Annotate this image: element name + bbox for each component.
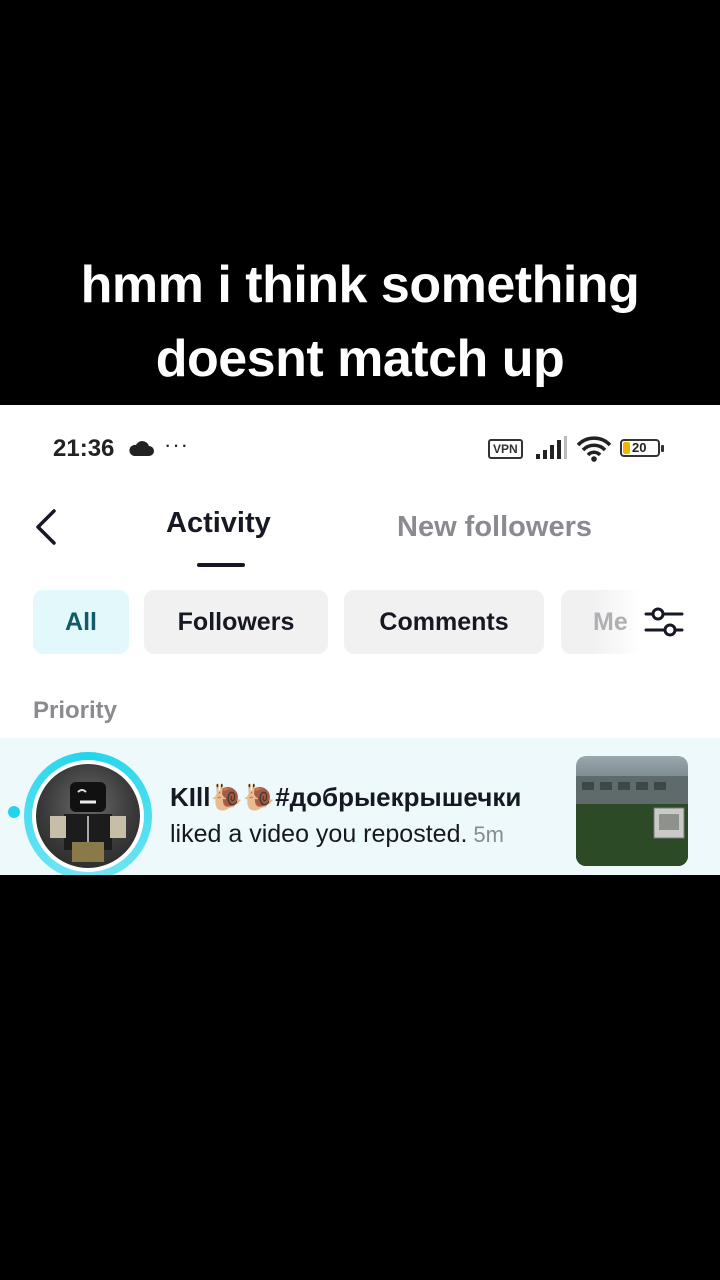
cloud-icon <box>129 441 154 456</box>
section-priority: Priority <box>33 697 118 724</box>
signal-icon <box>536 436 567 459</box>
status-more-dots: ··· <box>164 432 189 457</box>
wifi-icon <box>576 436 612 462</box>
avatar[interactable] <box>24 752 152 875</box>
notification-username[interactable]: KIll🐌🐌#добрыекрышечки <box>170 782 521 813</box>
battery-icon: 20 <box>620 439 664 457</box>
activity-header: Activity New followers <box>0 495 720 575</box>
unread-indicator <box>8 806 20 818</box>
caption-line-1: hmm i think something <box>80 256 640 314</box>
caption-line-2: doesnt match up <box>155 330 565 388</box>
video-thumbnail-image <box>576 776 688 866</box>
notification-time: 5m <box>473 822 504 847</box>
filter-chip-more[interactable]: Me <box>561 590 641 654</box>
tab-new-followers[interactable]: New followers <box>397 511 592 544</box>
battery-level: 20 <box>632 440 647 455</box>
back-arrow-icon[interactable] <box>30 501 64 553</box>
filter-chip-all[interactable]: All <box>33 590 129 654</box>
filter-chips: All Followers Comments Me <box>0 590 720 656</box>
vpn-icon: VPN <box>488 439 523 459</box>
tab-activity[interactable]: Activity <box>166 507 271 540</box>
notification-message: liked a video you reposted. 5m <box>170 820 504 849</box>
filter-chip-comments[interactable]: Comments <box>344 590 544 654</box>
tab-active-indicator <box>197 563 245 567</box>
avatar-character-image <box>50 782 126 862</box>
video-caption: hmm i think something doesnt match up <box>0 248 720 396</box>
status-time: 21:36 <box>53 435 115 462</box>
screenshot-panel: 21:36 ··· VPN 20 Activity New followers … <box>0 405 720 875</box>
status-bar: 21:36 ··· VPN 20 <box>0 405 720 495</box>
video-thumbnail[interactable] <box>576 756 688 866</box>
filter-settings-icon[interactable] <box>644 604 684 640</box>
filter-chip-followers[interactable]: Followers <box>144 590 328 654</box>
notification-row[interactable]: KIll🐌🐌#добрыекрышечки liked a video you … <box>0 738 720 875</box>
notification-text: liked a video you reposted. <box>170 820 468 848</box>
